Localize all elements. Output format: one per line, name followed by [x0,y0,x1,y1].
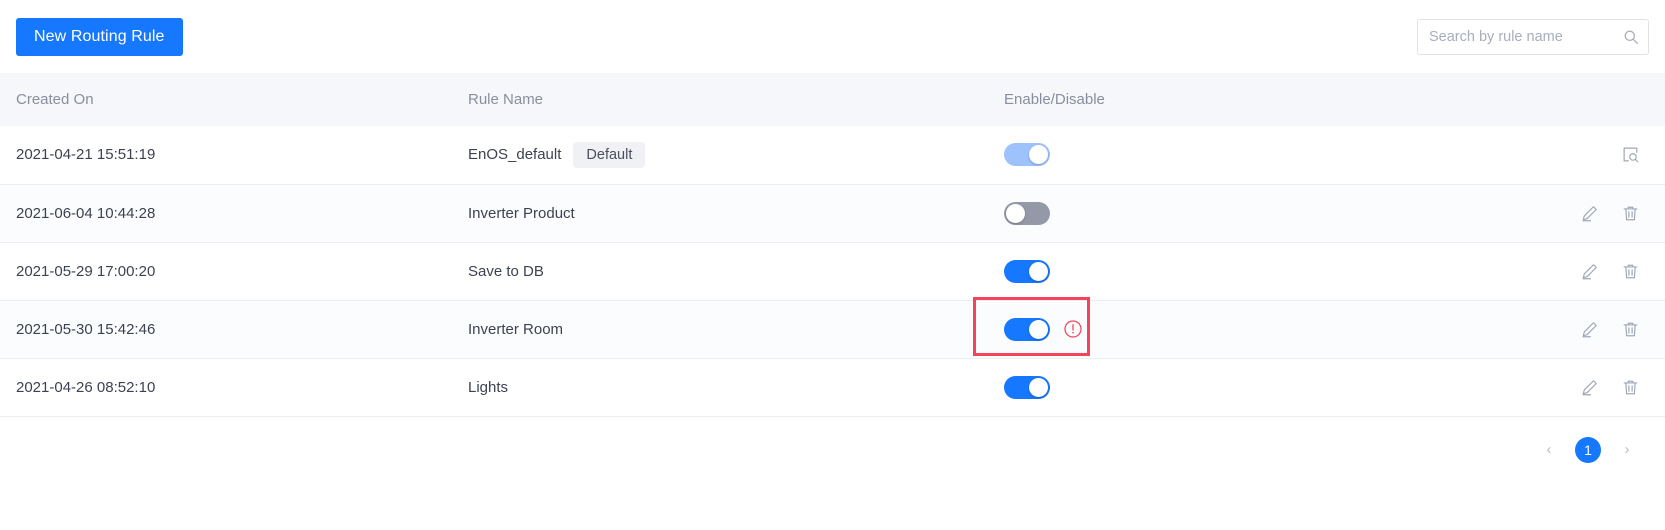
toggle-group [973,296,1448,356]
cell-actions [1448,242,1665,301]
enable-toggle[interactable] [1004,201,1050,225]
edit-icon[interactable] [1580,262,1599,281]
cell-created-on: 2021-06-04 10:44:28 [0,184,452,243]
cell-rule-name: Inverter Product [452,184,988,243]
routing-rules-table: Created On Rule Name Enable/Disable 2021… [0,73,1665,417]
default-badge: Default [573,141,646,168]
cell-created-on: 2021-04-21 15:51:19 [0,126,452,185]
enable-toggle [1004,143,1050,167]
cell-rule-name: Inverter Room [452,300,988,359]
column-header-created-on: Created On [0,73,452,126]
row-actions [1464,320,1665,339]
cell-created-on: 2021-05-30 15:42:46 [0,300,452,359]
delete-icon[interactable] [1621,320,1640,339]
cell-rule-name: Lights [452,358,988,417]
toggle-knob [1029,145,1048,165]
toggle-group [1004,143,1448,167]
row-actions [1464,378,1665,397]
delete-icon[interactable] [1621,204,1640,223]
rule-name-text: Inverter Product [468,204,575,222]
search-icon[interactable] [1623,29,1639,45]
toggle-group [1004,201,1448,225]
rule-name-text: EnOS_default [468,146,562,164]
toggle-knob [1029,261,1048,281]
cell-actions [1448,300,1665,359]
cell-rule-name: Save to DB [452,242,988,301]
cell-created-on: 2021-05-29 17:00:20 [0,242,452,301]
cell-actions [1448,126,1665,185]
toolbar: New Routing Rule [0,0,1665,73]
table-row: 2021-05-30 15:42:46 Inverter Room [0,296,1665,359]
rule-name-text: Save to DB [468,262,544,280]
toggle-group [1004,375,1448,399]
toggle-knob [1006,203,1025,223]
enable-toggle[interactable] [1004,375,1050,399]
toggle-knob [1029,377,1048,397]
view-log-icon[interactable] [1621,145,1640,164]
search-input[interactable] [1417,18,1649,55]
rule-name-wrapper: Inverter Product [468,205,988,222]
routing-rules-page: New Routing Rule Created On Rule Name En… [0,0,1665,530]
row-actions [1464,204,1665,223]
rule-name-text: Inverter Room [468,320,564,338]
table-row: 2021-04-26 08:52:10 Lights [0,358,1665,417]
enable-toggle[interactable] [1004,317,1050,341]
cell-enable-disable [988,126,1448,185]
rule-name-text: Lights [468,378,509,396]
table-header-row: Created On Rule Name Enable/Disable [0,73,1665,126]
cell-enable-disable [988,242,1448,301]
rule-name-wrapper: EnOS_default Default [468,141,988,168]
pagination-next-icon[interactable]: › [1614,437,1640,463]
rule-name-wrapper: Save to DB [468,263,988,280]
cell-enable-disable [988,358,1448,417]
pagination-prev-icon[interactable]: ‹ [1536,437,1562,463]
warning-exclamation-icon[interactable] [1063,319,1083,339]
column-header-enable-disable: Enable/Disable [988,73,1448,126]
toggle-knob [1029,319,1048,339]
cell-rule-name: EnOS_default Default [452,126,988,185]
column-header-rule-name: Rule Name [452,73,988,126]
column-header-actions [1448,73,1665,126]
enable-toggle[interactable] [1004,259,1050,283]
table-row: 2021-04-21 15:51:19 EnOS_default Default [0,126,1665,185]
pagination: ‹ 1 › [0,417,1665,463]
edit-icon[interactable] [1580,204,1599,223]
new-routing-rule-button[interactable]: New Routing Rule [16,17,183,56]
cell-actions [1448,184,1665,243]
search-box [1417,18,1649,55]
edit-icon[interactable] [1580,320,1599,339]
cell-actions [1448,358,1665,417]
toggle-group [1004,259,1448,283]
cell-enable-disable [988,184,1448,243]
cell-created-on: 2021-04-26 08:52:10 [0,358,452,417]
table-row: 2021-06-04 10:44:28 Inverter Product [0,184,1665,243]
delete-icon[interactable] [1621,262,1640,281]
row-actions [1464,145,1665,164]
pagination-page-1[interactable]: 1 [1575,436,1601,463]
cell-enable-disable [973,296,1448,359]
delete-icon[interactable] [1621,378,1640,397]
edit-icon[interactable] [1580,378,1599,397]
table-row: 2021-05-29 17:00:20 Save to DB [0,242,1665,301]
row-actions [1464,262,1665,281]
rule-name-wrapper: Lights [468,379,988,396]
table-body: 2021-04-21 15:51:19 EnOS_default Default 20… [0,126,1665,417]
rule-name-wrapper: Inverter Room [468,321,988,338]
